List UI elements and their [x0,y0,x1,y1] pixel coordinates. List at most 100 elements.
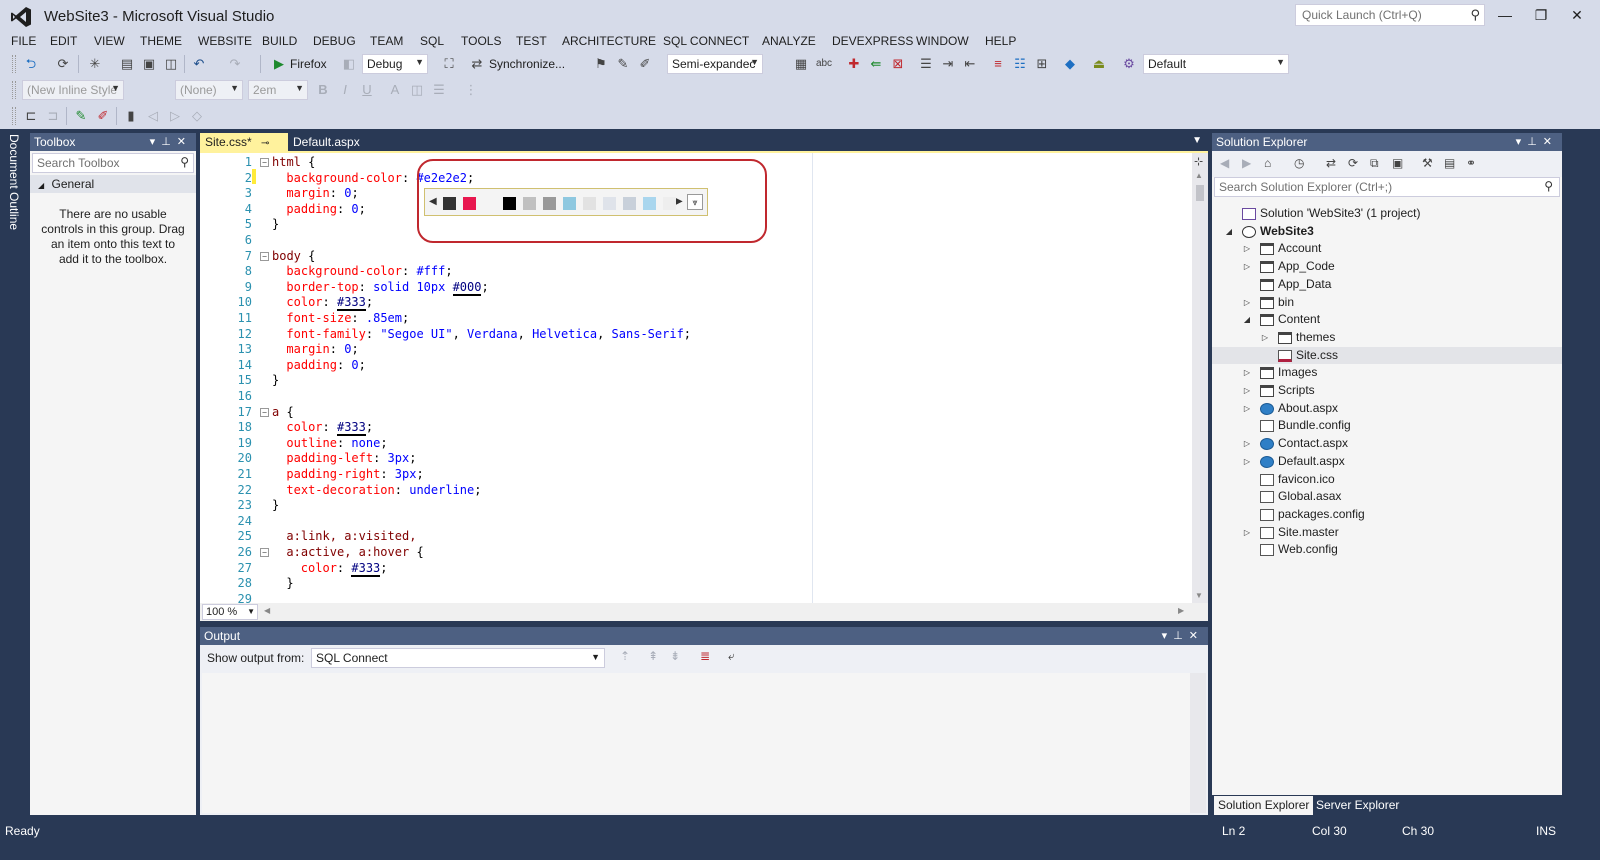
code-line[interactable]: 22 text-decoration: underline; [200,483,1192,499]
preview-icon[interactable]: ▤ [1444,156,1455,170]
code-line[interactable]: 21 padding-right: 3px; [200,467,1192,483]
save-icon[interactable]: ▣ [140,55,158,73]
menu-team[interactable]: TEAM [370,34,403,48]
comment-out-icon[interactable]: ✎ [72,107,90,125]
refresh-icon[interactable]: ⟳ [1348,156,1358,170]
code-line[interactable]: 24 [200,514,1192,530]
tree-item[interactable]: Solution 'WebSite3' (1 project) [1212,205,1562,223]
collapse-region-icon[interactable]: − [260,548,269,557]
solution-explorer-search-input[interactable]: Search Solution Explorer (Ctrl+;) ⚲ [1214,177,1560,197]
tab-default-aspx[interactable]: Default.aspx [288,133,365,151]
clear-all-icon[interactable]: ≣ [700,649,710,663]
indent-icon[interactable]: ⇥ [939,55,957,73]
style-dropdown[interactable]: (New Inline Style ▼ [22,80,124,100]
code-line[interactable]: 19 outline: none; [200,436,1192,452]
start-debugging-icon[interactable]: ▶ [270,55,288,73]
zoom-dropdown[interactable]: 100 % ▼ [202,604,258,620]
uncomment-out-icon[interactable]: ✐ [94,107,112,125]
tree-item[interactable]: ◢ Content [1212,311,1562,329]
quick-launch-input[interactable]: Quick Launch (Ctrl+Q) ⚲ [1295,4,1485,26]
tree-item[interactable]: ▷ About.aspx [1212,400,1562,418]
attach-icon[interactable]: ◧ [340,55,358,73]
run-target-label[interactable]: Firefox [290,57,327,71]
find-message-icon[interactable]: ⇡ [620,649,630,663]
code-line[interactable]: 20 padding-left: 3px; [200,451,1192,467]
toolbar-grip[interactable] [12,107,16,125]
list-icon[interactable]: ☰ [917,55,935,73]
menu-sql-connect[interactable]: SQL CONNECT [663,34,749,48]
new-project-icon[interactable]: ✳ [86,55,104,73]
forward-icon[interactable]: ▶ [1242,156,1251,170]
collapsed-arrow-icon[interactable]: ▷ [1242,240,1252,258]
tree-item[interactable]: ▷ Contact.aspx [1212,435,1562,453]
tab-solution-explorer[interactable]: Solution Explorer [1214,796,1314,815]
search-icon[interactable]: ⚲ [180,155,189,169]
pending-changes-icon[interactable]: ◷ [1294,156,1304,170]
menu-build[interactable]: BUILD [262,34,297,48]
collapse-all-icon[interactable]: ⧉ [1370,156,1379,171]
pin-icon[interactable]: ⊸ [261,138,269,149]
menu-website[interactable]: WEBSITE [198,34,252,48]
show-all-files-icon[interactable]: ▣ [1392,156,1403,170]
menu-tools[interactable]: TOOLS [461,34,501,48]
uncomment-icon[interactable]: ✐ [636,55,654,73]
tag-icon[interactable]: ⊏ [22,107,40,125]
layout-icon[interactable]: ⚙ [1120,55,1138,73]
code-line[interactable]: 26− a:active, a:hover { [200,545,1192,561]
tree-item[interactable]: ▷ Scripts [1212,382,1562,400]
collapsed-arrow-icon[interactable]: ▷ [1242,364,1252,382]
scroll-right-icon[interactable]: ▶ [1178,606,1184,615]
scroll-left-icon[interactable]: ◀ [264,606,270,615]
tree-item[interactable]: ▷ Site.master [1212,524,1562,542]
editor-vertical-scrollbar[interactable]: ⊹ ▲ ▼ [1192,153,1208,603]
tree-item[interactable]: packages.config [1212,506,1562,524]
clear-bookmarks-icon[interactable]: ◇ [188,107,206,125]
code-line[interactable]: 14 padding: 0; [200,358,1192,374]
python-icon[interactable]: ◆ [1061,55,1079,73]
code-line[interactable]: 25 a:link, a:visited, [200,529,1192,545]
prev-bookmark-icon[interactable]: ◁ [144,107,162,125]
close-window-button[interactable]: ✕ [1562,4,1592,26]
toolbar-grip[interactable] [12,55,16,73]
window-layout-dropdown[interactable]: Default ▼ [1143,54,1289,74]
collapsed-arrow-icon[interactable]: ▷ [1242,400,1252,418]
bookmark-toggle-icon[interactable]: ▮ [122,107,140,125]
bold-icon[interactable]: B [314,81,332,99]
next-message-icon[interactable]: ⇟ [670,649,680,663]
code-line[interactable]: 15} [200,373,1192,389]
strike-icon[interactable]: ≡ [989,55,1007,73]
italic-icon[interactable]: I [336,81,354,99]
undo-icon[interactable]: ↶ [190,55,208,73]
code-line[interactable]: 8 background-color: #fff; [200,264,1192,280]
tab-list-chevron-icon[interactable]: ▼ [1192,135,1202,146]
home-icon[interactable]: ⌂ [1264,156,1271,170]
menu-debug[interactable]: DEBUG [313,34,356,48]
schema-icon[interactable]: ⊞ [1033,55,1051,73]
tab-server-explorer[interactable]: Server Explorer [1312,796,1403,815]
size-dropdown[interactable]: 2em ▼ [248,80,308,100]
code-line[interactable]: 27 color: #333; [200,560,1192,577]
word-wrap-icon[interactable]: ⤶ [728,649,735,664]
menu-test[interactable]: TEST [516,34,547,48]
comment-icon[interactable]: ✎ [614,55,632,73]
outline-mode-dropdown[interactable]: Semi-expandec ▼ [667,54,763,74]
import-icon[interactable]: ⇚ [867,55,885,73]
panel-window-buttons[interactable]: ▾⊥✕ [1162,629,1204,642]
font-color-icon[interactable]: A [386,81,404,99]
collapsed-arrow-icon[interactable]: ▷ [1242,294,1252,312]
search-icon[interactable]: ⚲ [1470,7,1480,23]
restore-button[interactable]: ❐ [1526,4,1556,26]
collapsed-arrow-icon[interactable]: ▷ [1260,329,1270,347]
menu-devexpress[interactable]: DEVEXPRESS [832,34,913,48]
menu-window[interactable]: WINDOW [916,34,969,48]
tree-item[interactable]: ◢ WebSite3 [1212,223,1562,241]
next-bookmark-icon[interactable]: ▷ [166,107,184,125]
code-line[interactable]: 11 font-size: .85em; [200,311,1192,327]
tree-item[interactable]: Web.config [1212,541,1562,559]
highlight-icon[interactable]: ◫ [408,81,426,99]
synchronize-icon[interactable]: ⇄ [468,55,486,73]
redo-icon[interactable]: ↷ [226,55,244,73]
tree-item[interactable]: Site.css [1212,346,1562,365]
underline-icon[interactable]: U [358,81,376,99]
collapsed-arrow-icon[interactable]: ▷ [1242,258,1252,276]
